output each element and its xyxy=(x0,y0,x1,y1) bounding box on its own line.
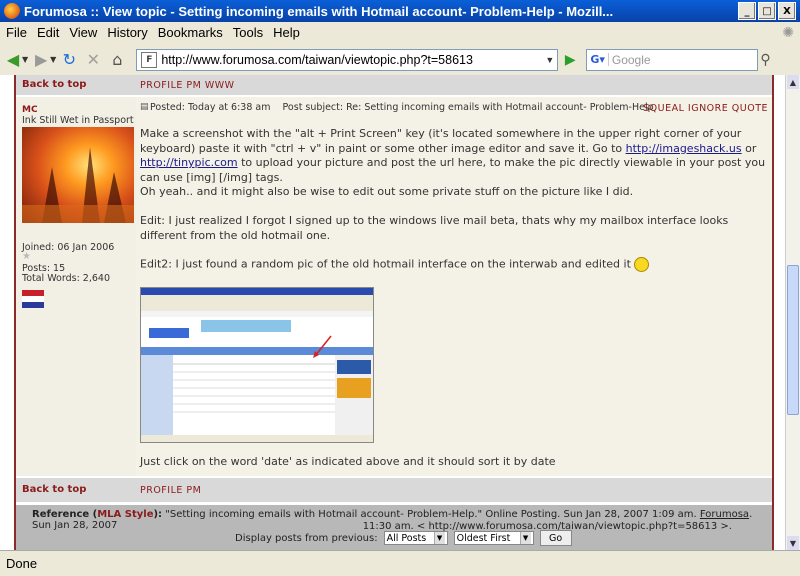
tinypic-link[interactable]: http://tinypic.com xyxy=(140,156,238,169)
maximize-button[interactable]: □ xyxy=(758,2,776,20)
menu-edit[interactable]: Edit xyxy=(33,25,63,40)
minimize-button[interactable]: _ xyxy=(738,2,756,20)
post-icon: ▤ xyxy=(140,102,149,112)
forumosa-link[interactable]: Forumosa xyxy=(700,509,749,520)
reference-citation: "Setting incoming emails with Hotmail ac… xyxy=(162,509,700,520)
menu-history[interactable]: History xyxy=(103,25,151,40)
back-arrow-icon[interactable]: ◀ xyxy=(2,49,24,71)
netherlands-flag-icon xyxy=(22,290,44,308)
reference-label: Reference ( xyxy=(32,509,98,520)
url-text[interactable]: http://www.forumosa.com/taiwan/viewtopic… xyxy=(161,53,473,67)
post-paragraph-2: Oh yeah.. and it might also be wise to e… xyxy=(140,185,634,198)
post-paragraph-4: Edit2: I just found a random pic of the … xyxy=(140,257,766,272)
forward-dropdown-icon[interactable]: ▼ xyxy=(50,55,56,64)
post-row: MC Ink Still Wet in Passport Joined: 06 … xyxy=(16,97,772,476)
mla-style-link[interactable]: MLA Style xyxy=(97,509,153,520)
posts-range-value: All Posts xyxy=(386,532,427,544)
google-search-engine-icon[interactable]: G▾ xyxy=(587,53,609,66)
display-posts-controls: Display posts from previous: All Posts ▼ … xyxy=(235,530,572,546)
menu-bookmarks[interactable]: Bookmarks xyxy=(154,25,227,40)
post-paragraph-3: Edit: I just realized I forgot I signed … xyxy=(140,214,729,242)
back-dropdown-icon[interactable]: ▼ xyxy=(22,55,28,64)
site-favicon-icon: F xyxy=(141,51,158,68)
rank-star-icon: ★ xyxy=(22,251,31,262)
post-table: Back to top PROFILE PM WWW MC Ink Still … xyxy=(14,75,774,550)
sort-order-select[interactable]: Oldest First ▼ xyxy=(453,531,534,545)
dropdown-arrow-icon[interactable]: ▼ xyxy=(433,532,445,544)
go-arrow-icon[interactable]: ▶ xyxy=(560,50,580,70)
profile-pm-links[interactable]: PROFILE PM xyxy=(140,485,201,496)
firefox-icon xyxy=(4,3,20,19)
username[interactable]: MC xyxy=(22,105,38,115)
user-avatar xyxy=(22,127,134,223)
post-actions[interactable]: SQUEAL IGNORE QUOTE xyxy=(643,103,768,114)
smiley-icon xyxy=(634,257,650,272)
forward-arrow-icon[interactable]: ▶ xyxy=(30,49,52,71)
posts-range-select[interactable]: All Posts ▼ xyxy=(383,531,448,545)
go-button[interactable]: Go xyxy=(539,530,572,546)
address-bar[interactable]: F http://www.forumosa.com/taiwan/viewtop… xyxy=(136,48,559,71)
search-placeholder: Google xyxy=(611,52,651,67)
user-rank: Ink Still Wet in Passport xyxy=(22,115,134,126)
status-text: Done xyxy=(6,556,38,571)
search-box[interactable]: G▾ Google xyxy=(586,48,759,71)
throbber-icon: ✺ xyxy=(782,24,794,40)
joined-date: Joined: 06 Jan 2006 xyxy=(22,242,115,253)
window-title-bar: Forumosa :: View topic - Setting incomin… xyxy=(0,0,800,22)
post-paragraph-1: Make a screenshot with the "alt + Print … xyxy=(140,127,766,185)
imageshack-link[interactable]: http://imageshack.us xyxy=(626,142,742,155)
page-content: Back to top PROFILE PM WWW MC Ink Still … xyxy=(0,75,785,550)
display-posts-label: Display posts from previous: xyxy=(235,532,378,544)
back-to-top-link-bottom[interactable]: Back to top xyxy=(22,484,86,495)
close-button[interactable]: X xyxy=(778,2,796,20)
total-words: Total Words: 2,640 xyxy=(22,273,110,284)
post-body-column: ▤ Posted: Today at 6:38 am Post subject:… xyxy=(136,97,772,476)
status-bar: Done xyxy=(0,550,800,576)
window-title: Forumosa :: View topic - Setting incomin… xyxy=(24,3,614,19)
post-footer-row: Back to top PROFILE PM xyxy=(16,478,772,502)
search-magnifier-icon[interactable]: ⚲ xyxy=(760,52,770,68)
sort-order-value: Oldest First xyxy=(456,532,511,544)
previous-post-footer-row: Back to top PROFILE PM WWW xyxy=(16,75,772,95)
url-dropdown-icon[interactable]: ▼ xyxy=(545,55,554,65)
reference-label-end: ): xyxy=(153,509,163,520)
menu-tools[interactable]: Tools xyxy=(229,25,267,40)
post-header: Posted: Today at 6:38 am Post subject: R… xyxy=(150,102,654,113)
menu-file[interactable]: File xyxy=(2,25,31,40)
menu-bar: File Edit View History Bookmarks Tools H… xyxy=(0,22,800,43)
menu-help[interactable]: Help xyxy=(269,25,304,40)
post-paragraph-5: Just click on the word 'date' as indicat… xyxy=(140,455,556,468)
scroll-down-arrow-icon[interactable]: ▼ xyxy=(787,536,799,550)
home-icon[interactable]: ⌂ xyxy=(106,49,128,71)
reload-icon[interactable]: ↻ xyxy=(58,49,80,71)
navigation-toolbar: ◀ ▼ ▶ ▼ ↻ ✕ ⌂ F http://www.forumosa.com/ta… xyxy=(0,44,800,76)
embedded-hotmail-screenshot[interactable] xyxy=(140,287,374,443)
scrollbar-thumb[interactable] xyxy=(787,265,799,415)
user-info-column: MC Ink Still Wet in Passport Joined: 06 … xyxy=(16,97,134,476)
profile-pm-www-links[interactable]: PROFILE PM WWW xyxy=(140,80,235,91)
dropdown-arrow-icon[interactable]: ▼ xyxy=(519,532,531,544)
p1-text-or: or xyxy=(741,141,757,155)
scroll-up-arrow-icon[interactable]: ▲ xyxy=(787,75,799,89)
p4-text: Edit2: I just found a random pic of the … xyxy=(140,257,631,271)
stop-icon[interactable]: ✕ xyxy=(82,49,104,71)
back-to-top-link[interactable]: Back to top xyxy=(22,79,86,90)
vertical-scrollbar[interactable]: ▲ ▼ xyxy=(785,75,800,550)
menu-view[interactable]: View xyxy=(65,25,101,40)
